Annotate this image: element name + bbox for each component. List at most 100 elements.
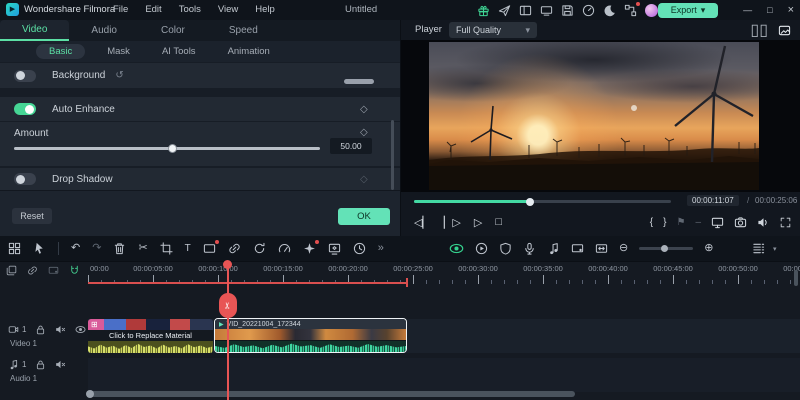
amount-slider[interactable]: [14, 147, 320, 150]
close-button[interactable]: ×: [788, 0, 794, 20]
voiceover-mic-icon[interactable]: [523, 242, 536, 255]
render-clock-icon[interactable]: [353, 242, 366, 255]
volume-speaker-icon[interactable]: [757, 216, 770, 229]
timeline-horizontal-scrollbar[interactable]: [88, 391, 575, 397]
drop-shadow-keyframe-icon[interactable]: ◇: [360, 174, 368, 185]
menu-edit[interactable]: Edit: [145, 0, 161, 20]
tab-video[interactable]: Video: [0, 20, 69, 41]
manage-tracks-icon[interactable]: [6, 265, 17, 276]
zoom-slider-thumb[interactable]: [661, 245, 668, 252]
screen-record-icon[interactable]: [540, 4, 553, 17]
subtab-ai-tools[interactable]: AI Tools: [152, 44, 206, 59]
keyframe-screen-icon[interactable]: [328, 242, 341, 255]
auto-enhance-keyframe-icon[interactable]: ◇: [360, 104, 368, 115]
mute-speaker-icon[interactable]: [55, 324, 66, 335]
fullscreen-icon[interactable]: [780, 217, 791, 228]
previous-frame-button[interactable]: ◁▏: [414, 216, 431, 229]
split-scissors-icon[interactable]: ✂: [138, 243, 147, 254]
dark-mode-icon[interactable]: [603, 4, 616, 17]
video-clip-selected[interactable]: ▶ VID_20221004_172344: [214, 318, 407, 353]
workspace-layout-icon[interactable]: [519, 4, 532, 17]
maximize-button[interactable]: □: [767, 0, 772, 20]
copyright-shield-icon[interactable]: [499, 242, 512, 255]
playhead-line[interactable]: [227, 262, 229, 400]
magnet-snap-icon[interactable]: [69, 265, 80, 276]
amount-slider-thumb[interactable]: [168, 144, 177, 153]
video-preview[interactable]: [429, 42, 759, 190]
image-adjust-icon[interactable]: [778, 24, 791, 37]
auto-enhance-toggle[interactable]: [14, 103, 36, 115]
drop-shadow-toggle[interactable]: [14, 173, 36, 185]
account-avatar[interactable]: [645, 4, 658, 17]
minimize-button[interactable]: —: [743, 0, 752, 20]
marker-flag-icon[interactable]: ⚑: [676, 217, 685, 228]
timeline-zoom-slider[interactable]: [639, 247, 693, 250]
mute-speaker-icon[interactable]: [55, 359, 66, 370]
screen-capture-icon[interactable]: [571, 242, 584, 255]
more-tools-chevron[interactable]: »: [378, 243, 384, 254]
subtab-basic[interactable]: Basic: [36, 44, 85, 59]
gift-icon[interactable]: [477, 4, 490, 17]
redo-button[interactable]: ↷: [92, 243, 101, 254]
undo-button[interactable]: ↶: [71, 243, 80, 254]
media-grid-icon[interactable]: [8, 242, 21, 255]
ai-tools-icon[interactable]: [303, 242, 316, 255]
ok-button[interactable]: OK: [338, 208, 390, 225]
timeline-vertical-scrollbar[interactable]: [794, 270, 798, 286]
crop-icon[interactable]: [160, 242, 173, 255]
mark-in-button[interactable]: {: [650, 217, 653, 228]
visibility-eye-icon[interactable]: [75, 324, 86, 335]
keyframe-box-icon[interactable]: [48, 265, 59, 276]
tab-speed[interactable]: Speed: [207, 20, 280, 41]
background-toggle[interactable]: [14, 70, 36, 82]
rotate-icon[interactable]: [253, 242, 266, 255]
menu-help[interactable]: Help: [255, 0, 275, 20]
playhead-handle[interactable]: [223, 260, 232, 269]
select-cursor-icon[interactable]: [33, 242, 46, 255]
menu-view[interactable]: View: [218, 0, 238, 20]
autoplay-icon[interactable]: [475, 242, 488, 255]
lock-icon[interactable]: [35, 324, 46, 335]
export-button[interactable]: Export ▾: [658, 3, 718, 18]
share-icon[interactable]: [498, 4, 511, 17]
amount-value-input[interactable]: 50.00: [330, 138, 372, 154]
chroma-link-icon[interactable]: [228, 242, 241, 255]
seek-bar[interactable]: [414, 200, 671, 203]
speed-gauge-icon[interactable]: [278, 242, 291, 255]
split-view-icon[interactable]: ▯▯: [750, 20, 768, 40]
scroll-thumb-fragment[interactable]: [344, 79, 374, 84]
tab-color[interactable]: Color: [139, 20, 207, 41]
play-button[interactable]: ▷: [474, 216, 482, 229]
quality-dropdown[interactable]: Full Quality ▾: [449, 22, 537, 38]
track-height-chevron[interactable]: ▾: [773, 245, 777, 253]
track-height-icon[interactable]: [752, 242, 765, 255]
fit-timeline-icon[interactable]: [595, 242, 608, 255]
zoom-out-button[interactable]: ⊖: [619, 243, 628, 254]
delete-trash-icon[interactable]: [113, 242, 126, 255]
background-reset-icon[interactable]: ↺: [115, 70, 123, 81]
amount-keyframe-icon[interactable]: ◇: [360, 127, 368, 138]
save-icon[interactable]: [561, 4, 574, 17]
text-tool-icon[interactable]: T: [185, 244, 191, 254]
next-frame-button[interactable]: ▏▷: [444, 216, 461, 229]
lock-icon[interactable]: [35, 359, 46, 370]
link-clips-icon[interactable]: [27, 265, 38, 276]
quick-split-button[interactable]: ✂: [219, 293, 237, 318]
zoom-in-button[interactable]: ⊕: [704, 243, 713, 254]
mark-out-button[interactable]: }: [663, 217, 666, 228]
subtab-animation[interactable]: Animation: [218, 44, 280, 59]
stop-button[interactable]: □: [495, 216, 502, 228]
audio-mixer-icon[interactable]: [547, 242, 560, 255]
placeholder-clip[interactable]: ⊞ Click to Replace Material: [88, 319, 213, 353]
performance-icon[interactable]: [582, 4, 595, 17]
reset-button[interactable]: Reset: [12, 208, 52, 224]
preview-quality-eye-icon[interactable]: [449, 241, 464, 256]
display-device-icon[interactable]: [711, 216, 724, 229]
seek-thumb[interactable]: [526, 198, 534, 206]
mask-tool-icon[interactable]: [203, 242, 216, 255]
menu-tools[interactable]: Tools: [179, 0, 201, 20]
snapshot-camera-icon[interactable]: [734, 216, 747, 229]
tab-audio[interactable]: Audio: [69, 20, 139, 41]
menu-file[interactable]: File: [113, 0, 128, 20]
subtab-mask[interactable]: Mask: [97, 44, 140, 59]
